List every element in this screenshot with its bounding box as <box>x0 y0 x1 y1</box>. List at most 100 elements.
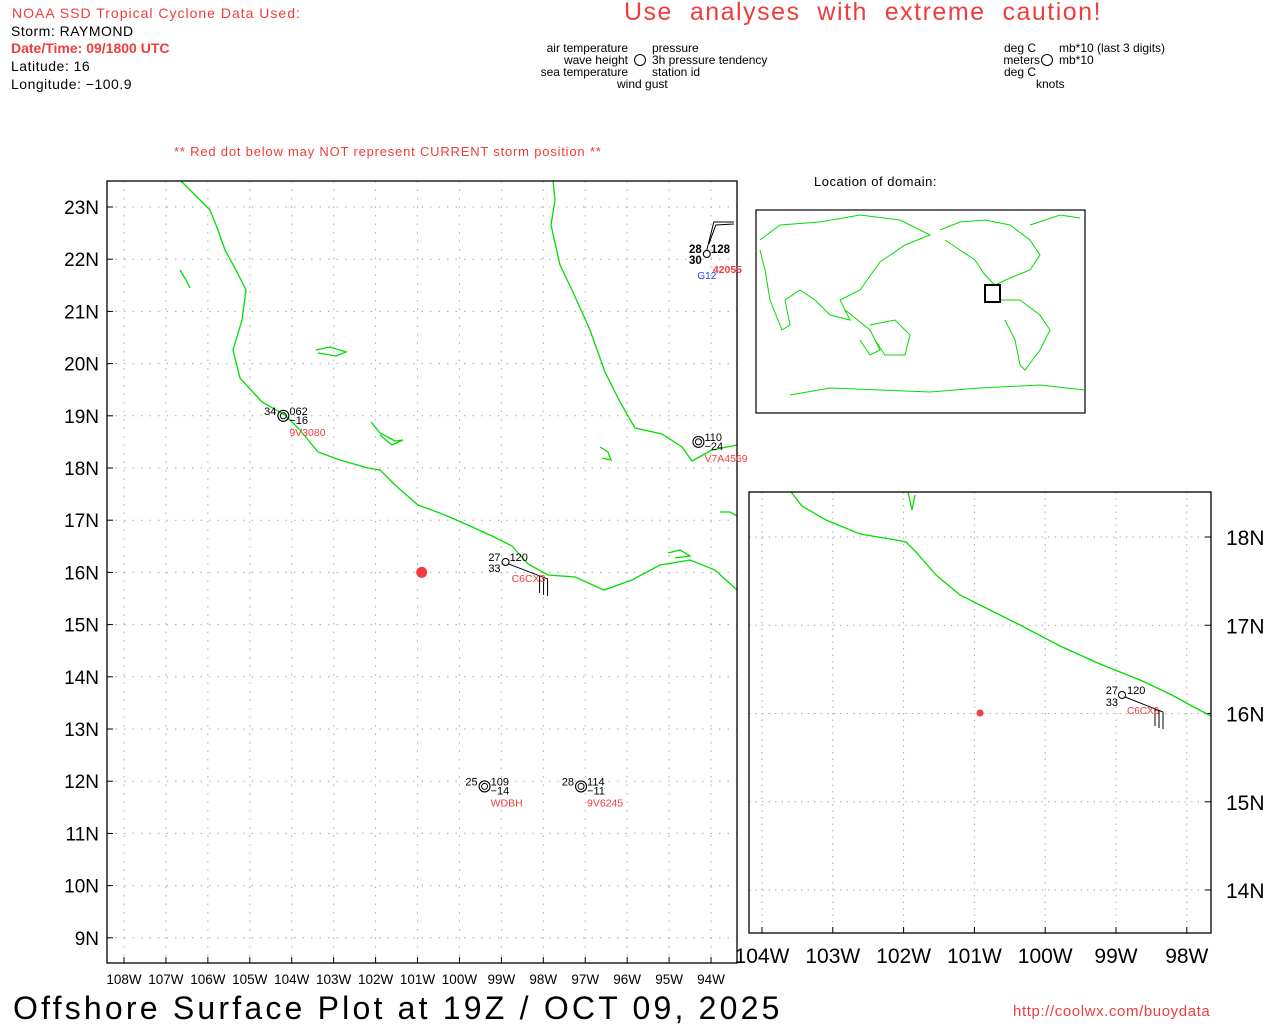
island <box>907 491 916 511</box>
station-circle-icon <box>702 249 711 259</box>
island <box>179 269 191 289</box>
inset-lat-label: 18N <box>1226 527 1265 550</box>
island <box>315 346 348 357</box>
station-sea-temp: 33 <box>488 563 500 575</box>
station-9v6245: 28 114−119V6245 <box>562 776 624 809</box>
station-circle-icon <box>501 557 510 567</box>
lat-label: 17N <box>64 511 99 532</box>
station-circle-icon <box>692 435 705 448</box>
inset-lat-label: 14N <box>1226 880 1265 903</box>
plot-page: NOAA SSD Tropical Cyclone Data Used: Sto… <box>0 0 1280 1024</box>
lat-label: 14N <box>64 668 99 689</box>
island <box>667 549 692 559</box>
station-42055: 28 12830G1242055 <box>689 221 742 282</box>
lon-label: 108W <box>106 972 142 987</box>
lon-label: 95W <box>655 972 683 987</box>
station-circle-icon <box>478 780 491 793</box>
inset-lon-label: 103W <box>805 945 860 968</box>
footer-url[interactable]: http://coolwx.com/buoydata <box>1013 1003 1210 1020</box>
inset-map-axis-labels: 18N 17N 16N 15N 14N 104W 103W 102W 101W 100W 99W 98… <box>735 527 1265 968</box>
inset-station-c6cx3: 27 120 33 C6CX3 <box>1106 685 1164 729</box>
location-map <box>755 209 1086 414</box>
lat-label: 13N <box>64 720 99 741</box>
lon-label: 100W <box>442 972 478 987</box>
station-pressure: 128 <box>711 244 731 256</box>
lon-label: 103W <box>316 972 352 987</box>
inset-air-temp: 27 <box>1106 685 1118 697</box>
station-tendency: −11 <box>587 785 605 797</box>
station-sea-temp: 30 <box>689 255 702 267</box>
lat-label: 16N <box>64 563 99 584</box>
station-tendency: −24 <box>704 441 723 453</box>
station-id: 9V6245 <box>587 797 623 809</box>
inset-map: 18N 17N 16N 15N 14N 104W 103W 102W 101W 100W 99W 98… <box>735 491 1265 968</box>
inset-lon-label: 99W <box>1094 945 1137 968</box>
storm-position-dot <box>416 566 428 578</box>
station-air-temp: 28 <box>562 776 574 788</box>
inset-storm-dot <box>976 709 984 717</box>
island <box>599 446 613 461</box>
lat-label: 20N <box>64 355 99 376</box>
station-circle-icon <box>277 409 290 422</box>
inset-lat-label: 17N <box>1226 615 1265 638</box>
main-coastline <box>179 180 738 591</box>
inset-lon-label: 104W <box>735 945 790 968</box>
inset-station-id: C6CX3 <box>1127 706 1160 717</box>
station-tendency: −14 <box>491 785 510 797</box>
inset-lon-label: 101W <box>947 945 1002 968</box>
lon-label: 97W <box>571 972 599 987</box>
lat-label: 18N <box>64 459 99 480</box>
station-plots: 28 12830G124205534 062−169V3080 110−24V7A45… <box>264 221 748 809</box>
station-wdbh: 25 109−14WDBH <box>465 776 522 809</box>
lon-label: 98W <box>529 972 557 987</box>
station-circle-icon <box>1118 691 1126 699</box>
map-canvas: 23N 22N 21N 20N 19N 18N 17N 16N 15N 14N 13N 12N 11N 1… <box>64 180 1265 987</box>
lon-label: 102W <box>358 972 394 987</box>
lat-label: 12N <box>64 772 99 793</box>
inset-pressure: 120 <box>1127 685 1145 697</box>
station-inner-circle-icon <box>577 782 585 790</box>
station-id: V7A4569 <box>704 453 747 465</box>
lon-label: 104W <box>274 972 310 987</box>
station-9v3080: 34 062−169V3080 <box>264 406 326 439</box>
lat-label: 10N <box>64 877 99 898</box>
station-pressure: 120 <box>510 552 528 564</box>
station-inner-circle-icon <box>694 438 702 446</box>
inset-lon-label: 98W <box>1165 945 1208 968</box>
lon-label: 96W <box>613 972 641 987</box>
station-circle-icon <box>574 780 588 793</box>
lon-label: 99W <box>487 972 515 987</box>
lon-label: 105W <box>232 972 268 987</box>
station-c6cx3: 27 12033C6CX3 <box>488 552 549 596</box>
inset-lat-label: 16N <box>1226 704 1265 727</box>
lat-label: 9N <box>75 929 99 950</box>
island <box>720 511 738 517</box>
lon-label: 101W <box>400 972 436 987</box>
lat-label: 23N <box>64 198 99 219</box>
lon-label: 107W <box>148 972 184 987</box>
station-air-temp: 34 <box>264 406 276 418</box>
island <box>370 421 404 446</box>
station-air-temp: 25 <box>465 776 477 788</box>
footer-title: Offshore Surface Plot at 19Z / OCT 09, 2… <box>13 990 783 1024</box>
station-id: 42055 <box>713 264 742 276</box>
station-inner-circle-icon <box>481 782 489 790</box>
lon-label: 94W <box>697 972 725 987</box>
main-map-axis-labels: 23N 22N 21N 20N 19N 18N 17N 16N 15N 14N 13N 12N 11N 1… <box>64 198 725 987</box>
lon-label: 106W <box>190 972 226 987</box>
inset-lon-label: 100W <box>1018 945 1073 968</box>
inset-sea-temp: 33 <box>1106 697 1118 709</box>
lat-label: 11N <box>66 824 99 845</box>
lat-label: 15N <box>64 616 99 637</box>
station-id: 9V3080 <box>289 427 325 439</box>
station-tendency: −16 <box>289 415 308 427</box>
lat-label: 19N <box>64 407 99 428</box>
inset-lon-label: 102W <box>876 945 931 968</box>
lat-label: 21N <box>64 302 99 323</box>
inset-lat-label: 15N <box>1226 792 1265 815</box>
station-v7a4569: 110−24V7A4569 <box>692 432 748 465</box>
lat-label: 22N <box>64 250 99 271</box>
station-id: WDBH <box>491 797 523 809</box>
inset-coastline <box>790 491 1212 717</box>
gulf-coastline <box>550 180 738 462</box>
